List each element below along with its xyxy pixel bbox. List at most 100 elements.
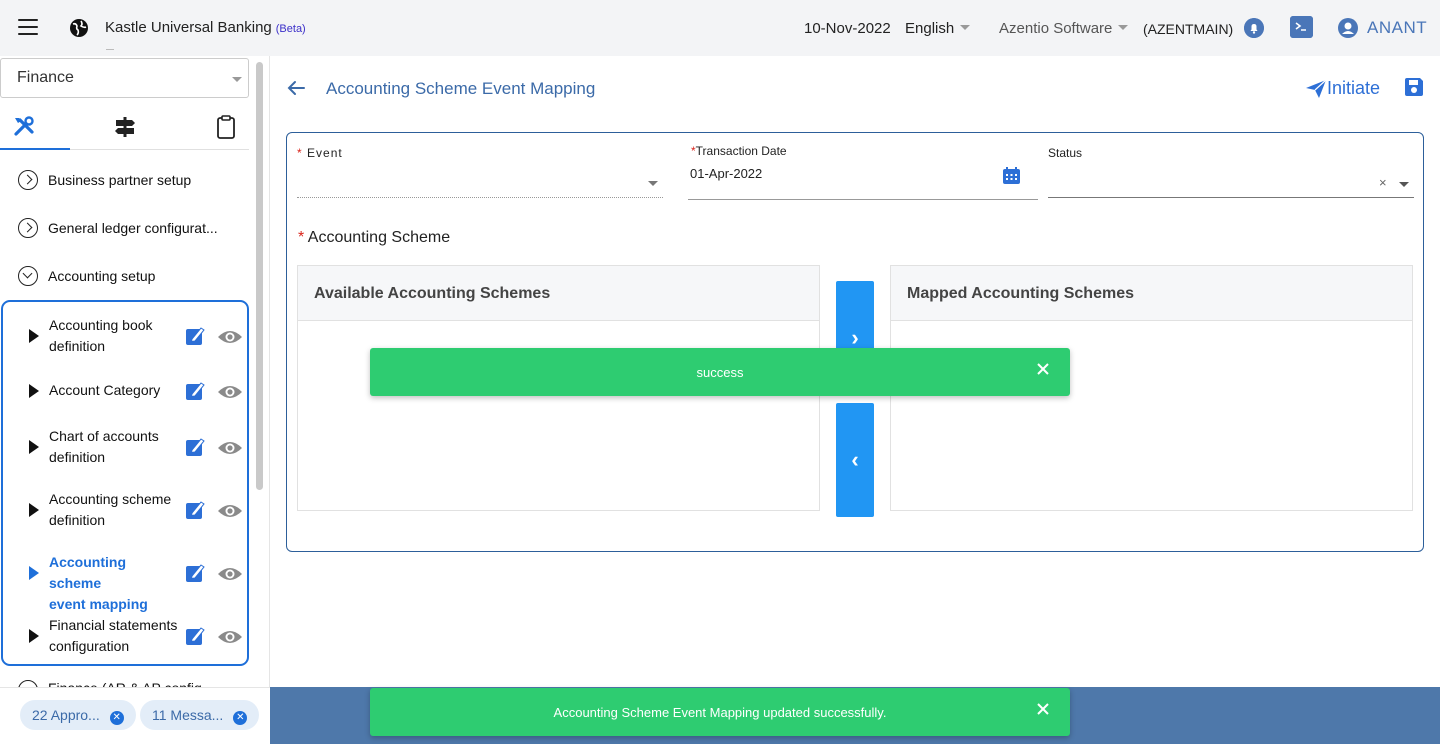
chevron-left-icon: ‹ <box>851 447 859 472</box>
sidebar-item-label: Accounting setup <box>48 268 156 284</box>
terminal-icon[interactable] <box>1290 16 1313 38</box>
view-eye-icon[interactable] <box>217 383 243 401</box>
module-select[interactable]: Finance <box>0 58 249 98</box>
submenu-item-chart-of-accounts-definition[interactable]: Chart of accounts definition <box>3 422 249 472</box>
messages-chip[interactable]: 11 Messa... ✕ <box>140 700 260 730</box>
toast-message: success <box>696 364 744 380</box>
mapping-form: * Event *Transaction Date 01-Apr-2022 St… <box>286 132 1424 552</box>
view-eye-icon[interactable] <box>217 439 243 457</box>
sidebar-item-label: Business partner setup <box>48 172 192 188</box>
edit-icon[interactable] <box>185 325 206 346</box>
submenu-item-accounting-scheme-event-mapping[interactable]: Accounting scheme event mapping <box>3 548 249 612</box>
view-eye-icon[interactable] <box>217 628 243 646</box>
language-label: English <box>905 20 955 37</box>
chevron-down-icon <box>232 77 242 82</box>
submenu-item-label: Accounting scheme event mapping <box>49 554 148 612</box>
back-arrow-icon[interactable] <box>287 80 305 96</box>
module-select-value: Finance <box>17 69 74 86</box>
edit-icon[interactable] <box>185 436 206 457</box>
calendar-icon[interactable] <box>1002 166 1021 185</box>
accounting-scheme-label: * Accounting Scheme <box>298 229 451 246</box>
company-selector[interactable]: Azentio Software <box>999 20 1129 37</box>
status-label: Status <box>1048 146 1083 160</box>
sidebar-item-accounting-setup[interactable]: Accounting setup <box>18 266 155 286</box>
globe-icon <box>70 19 88 37</box>
company-label: Azentio Software <box>999 20 1113 37</box>
view-eye-icon[interactable] <box>217 502 243 520</box>
close-icon[interactable]: ✕ <box>109 711 124 725</box>
chevron-right-circle-icon <box>18 218 38 238</box>
success-toast: success <box>370 348 1070 396</box>
chevron-down-icon <box>960 24 971 30</box>
event-label: * Event <box>297 146 343 160</box>
submenu-item-accounting-scheme-definition[interactable]: Accounting scheme definition <box>3 485 249 535</box>
chevron-down-icon <box>1399 182 1409 187</box>
submenu-item-label: Accounting scheme definition <box>49 491 172 528</box>
notification-bell-icon[interactable] <box>1244 18 1264 38</box>
submenu-item-label: Accounting book definition <box>49 317 153 354</box>
sidebar-item-general-ledger[interactable]: General ledger configurat... <box>18 218 218 238</box>
caret-right-icon <box>29 440 39 454</box>
sidebar-scrollbar[interactable] <box>256 62 263 490</box>
submenu-item-accounting-book-definition[interactable]: Accounting book definition <box>3 311 249 361</box>
caret-right-icon <box>29 566 39 580</box>
close-icon[interactable] <box>1036 702 1050 716</box>
tab-active-indicator <box>0 148 70 150</box>
user-avatar-icon[interactable] <box>1338 18 1358 38</box>
close-icon[interactable] <box>1036 362 1050 376</box>
chevron-down-icon <box>648 181 658 186</box>
submenu-item-label: Financial statements configuration <box>49 617 178 654</box>
submenu-item-account-category[interactable]: Account Category <box>3 366 249 416</box>
caret-right-icon <box>29 503 39 517</box>
language-selector[interactable]: English <box>905 20 971 37</box>
edit-icon[interactable] <box>185 499 206 520</box>
mapped-schemes-header: Mapped Accounting Schemes <box>891 266 1412 321</box>
beta-badge: (Beta) <box>275 23 306 35</box>
sidebar-footer: 22 Appro... ✕ 11 Messa... ✕ <box>0 687 270 744</box>
save-icon[interactable] <box>1403 76 1425 98</box>
sidebar: Finance Business partner setup General l… <box>0 56 270 744</box>
submenu-item-label: Account Category <box>49 382 161 398</box>
edit-icon[interactable] <box>185 380 206 401</box>
hamburger-menu-icon[interactable] <box>18 19 38 35</box>
tab-signpost-icon[interactable] <box>112 114 138 140</box>
view-eye-icon[interactable] <box>217 328 243 346</box>
accounting-setup-submenu: Accounting book definition Account Catego… <box>1 300 249 666</box>
sidebar-item-label: General ledger configurat... <box>48 220 218 236</box>
toast-message: Accounting Scheme Event Mapping updated … <box>553 704 887 720</box>
move-left-button[interactable]: ‹ <box>836 403 874 517</box>
clear-status-icon[interactable]: × <box>1379 175 1387 190</box>
caret-right-icon <box>29 629 39 643</box>
header-divider <box>106 49 114 50</box>
status-select[interactable] <box>1048 197 1414 198</box>
transaction-date-underline <box>688 199 1038 200</box>
tab-clipboard-icon[interactable] <box>213 114 239 140</box>
transaction-date-label: *Transaction Date <box>691 144 787 158</box>
page-title: Accounting Scheme Event Mapping <box>326 79 596 98</box>
approvals-chip[interactable]: 22 Appro... ✕ <box>20 700 136 730</box>
submenu-item-financial-statements-configuration[interactable]: Financial statements configuration <box>3 611 249 661</box>
sidebar-tabs <box>0 106 249 150</box>
initiate-button[interactable]: Initiate <box>1305 78 1380 99</box>
view-eye-icon[interactable] <box>217 565 243 583</box>
business-date: 10-Nov-2022 <box>804 20 891 37</box>
close-icon[interactable]: ✕ <box>233 711 248 725</box>
chip-label: 11 Messa... <box>152 707 224 723</box>
edit-icon[interactable] <box>185 625 206 646</box>
tab-tools-icon[interactable] <box>12 114 38 140</box>
app-title: Kastle Universal Banking (Beta) <box>105 19 306 36</box>
event-select[interactable] <box>297 197 663 198</box>
chevron-down-icon <box>1118 24 1129 30</box>
edit-icon[interactable] <box>185 562 206 583</box>
chevron-right-circle-icon <box>18 170 38 190</box>
top-header: Kastle Universal Banking (Beta) 10-Nov-20… <box>0 0 1440 56</box>
sidebar-item-business-partner-setup[interactable]: Business partner setup <box>18 170 191 190</box>
submenu-item-label: Chart of accounts definition <box>49 428 159 465</box>
update-success-toast: Accounting Scheme Event Mapping updated … <box>370 688 1070 736</box>
send-icon <box>1306 79 1327 98</box>
entity-code: (AZENTMAIN) <box>1143 21 1234 37</box>
initiate-label: Initiate <box>1327 78 1381 98</box>
user-name[interactable]: ANANT <box>1367 18 1427 38</box>
transaction-date-input[interactable]: 01-Apr-2022 <box>690 166 762 181</box>
caret-right-icon <box>29 329 39 343</box>
